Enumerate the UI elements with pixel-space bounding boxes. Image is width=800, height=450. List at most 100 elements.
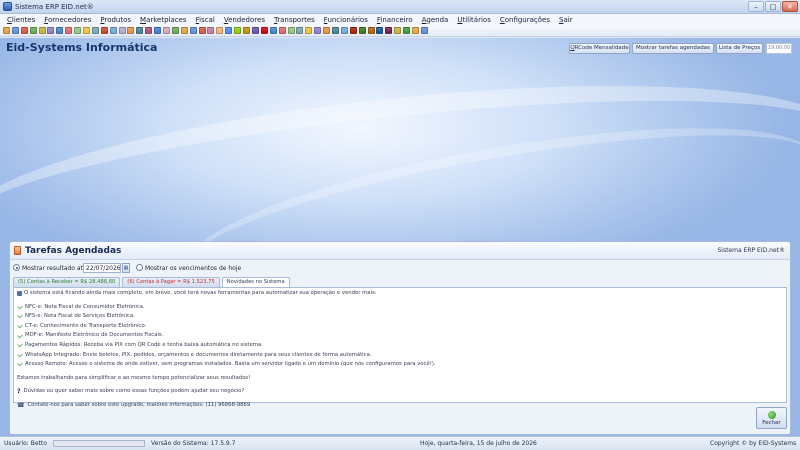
toolbar-button-26-icon[interactable]	[234, 27, 242, 34]
toolbar-button-45-icon[interactable]	[403, 27, 411, 34]
menu-item-12[interactable]: Sair	[559, 16, 573, 24]
menu-item-9[interactable]: Agenda	[422, 16, 449, 24]
toolbar-button-19-icon[interactable]	[171, 27, 179, 34]
toolbar-button-6-icon[interactable]	[56, 27, 64, 34]
toolbar-button-47-icon[interactable]	[420, 27, 428, 34]
radio-today-expiry-label: Mostrar os vencimentos de hoje	[145, 265, 242, 272]
checkmark-icon	[17, 313, 23, 319]
toolbar-button-21-icon[interactable]	[189, 27, 197, 34]
news-item-text: NFS-e: Nota Fiscal de Serviços Eletrônic…	[25, 313, 135, 320]
news-intro-line: O sistema está ficando ainda mais comple…	[17, 289, 783, 299]
toolbar-button-5-icon[interactable]	[47, 27, 55, 34]
close-panel-button[interactable]: Fechar	[756, 407, 787, 429]
toolbar	[0, 25, 800, 37]
calendar-icon[interactable]: ▦	[122, 263, 130, 273]
toolbar-button-3-icon[interactable]	[29, 27, 37, 34]
menu-item-1[interactable]: Fornecedores	[44, 16, 91, 24]
status-copyright: Copyright © by EID-Systems	[710, 440, 797, 447]
tab-contas-pagar[interactable]: (6) Contas à Pagar = R$ 1.523,75	[122, 277, 220, 287]
toolbar-button-33-icon[interactable]	[296, 27, 304, 34]
toolbar-button-40-icon[interactable]	[358, 27, 366, 34]
toolbar-button-46-icon[interactable]	[411, 27, 419, 34]
show-scheduled-tasks-button[interactable]: Mostrar tarefas agendadas	[632, 43, 714, 54]
qrcode-button-label: RCode Mensalidade	[574, 45, 629, 51]
toolbar-button-2-icon[interactable]	[20, 27, 28, 34]
news-item-text: Pagamentos Rápidos: Receba via PIX com Q…	[25, 341, 263, 348]
toolbar-button-32-icon[interactable]	[287, 27, 295, 34]
toolbar-button-17-icon[interactable]	[154, 27, 162, 34]
toolbar-button-16-icon[interactable]	[145, 27, 153, 34]
toolbar-button-29-icon[interactable]	[260, 27, 268, 34]
toolbar-button-31-icon[interactable]	[278, 27, 286, 34]
toolbar-button-4-icon[interactable]	[38, 27, 46, 34]
toolbar-button-13-icon[interactable]	[118, 27, 126, 34]
toolbar-button-24-icon[interactable]	[216, 27, 224, 34]
toolbar-button-9-icon[interactable]	[83, 27, 91, 34]
toolbar-button-42-icon[interactable]	[376, 27, 384, 34]
menu-item-2[interactable]: Produtos	[100, 16, 131, 24]
toolbar-button-8-icon[interactable]	[74, 27, 82, 34]
price-list-button[interactable]: Lista de Preços	[716, 43, 763, 54]
menu-item-6[interactable]: Transportes	[274, 16, 315, 24]
toolbar-button-27-icon[interactable]	[243, 27, 251, 34]
toolbar-button-28-icon[interactable]	[251, 27, 259, 34]
toolbar-button-18-icon[interactable]	[163, 27, 171, 34]
tab-contas-receber[interactable]: (5) Contas à Receber = R$ 28.488,60	[13, 277, 121, 287]
menu-item-5[interactable]: Vendedores	[224, 16, 265, 24]
toolbar-button-44-icon[interactable]	[394, 27, 402, 34]
toolbar-button-11-icon[interactable]	[100, 27, 108, 34]
menu-label: iscal	[199, 15, 215, 24]
filter-options: Mostrar resultado até ▦ Mostrar os venci…	[10, 262, 790, 275]
toolbar-button-14-icon[interactable]	[127, 27, 135, 34]
toolbar-button-10-icon[interactable]	[91, 27, 99, 34]
toolbar-button-23-icon[interactable]	[207, 27, 215, 34]
menu-label: arketplaces	[146, 15, 187, 24]
news-item-text: MDF-e: Manifesto Eletrônico de Documento…	[25, 332, 164, 339]
toolbar-button-43-icon[interactable]	[385, 27, 393, 34]
news-contact-text: Contate-nos para saber sobre este upgrad…	[27, 401, 251, 408]
minimize-button[interactable]: –	[748, 1, 764, 12]
toolbar-button-12-icon[interactable]	[109, 27, 117, 34]
toolbar-button-34-icon[interactable]	[305, 27, 313, 34]
checkmark-icon	[17, 342, 23, 348]
menu-item-10[interactable]: Utilitários	[457, 16, 491, 24]
panel-title: Tarefas Agendadas	[25, 246, 122, 256]
toolbar-button-0-icon[interactable]	[3, 27, 10, 34]
toolbar-button-22-icon[interactable]	[198, 27, 206, 34]
menu-item-4[interactable]: Fiscal	[196, 16, 215, 24]
close-window-button[interactable]: ✕	[782, 1, 798, 12]
radio-today-expiry[interactable]	[136, 264, 143, 271]
megaphone-icon	[17, 291, 22, 297]
menu-item-3[interactable]: Marketplaces	[140, 16, 187, 24]
news-item: Pagamentos Rápidos: Receba via PIX com Q…	[17, 341, 783, 351]
workspace-background: Eid-Systems Informática QRCode Mensalida…	[0, 38, 800, 436]
toolbar-button-41-icon[interactable]	[367, 27, 375, 34]
phone-icon: ☎	[17, 401, 25, 409]
radio-show-until[interactable]	[13, 264, 20, 271]
toolbar-button-37-icon[interactable]	[331, 27, 339, 34]
menu-item-7[interactable]: Funcionários	[324, 16, 368, 24]
qrcode-mensalidade-button[interactable]: QRCode Mensalidade	[569, 43, 630, 54]
news-item: NFS-e: Nota Fiscal de Serviços Eletrônic…	[17, 312, 783, 322]
news-item: MDF-e: Manifesto Eletrônico de Documento…	[17, 331, 783, 341]
toolbar-button-35-icon[interactable]	[314, 27, 322, 34]
news-question-line: ? Dúvidas ou quer saber mais sobre como e…	[17, 387, 783, 397]
tab-novidades[interactable]: Novidades no Sistema	[221, 277, 290, 287]
menu-item-8[interactable]: Financeiro	[377, 16, 413, 24]
toolbar-button-1-icon[interactable]	[11, 27, 19, 34]
toolbar-button-7-icon[interactable]	[65, 27, 73, 34]
date-field[interactable]	[83, 263, 121, 273]
toolbar-button-38-icon[interactable]	[340, 27, 348, 34]
toolbar-button-20-icon[interactable]	[180, 27, 188, 34]
maximize-button[interactable]: □	[765, 1, 781, 12]
window-title: Sistema ERP EID.net®	[15, 2, 94, 11]
toolbar-button-39-icon[interactable]	[349, 27, 357, 34]
toolbar-button-25-icon[interactable]	[225, 27, 233, 34]
toolbar-button-30-icon[interactable]	[269, 27, 277, 34]
checkmark-icon	[17, 332, 23, 338]
menu-item-0[interactable]: Clientes	[7, 16, 35, 24]
checkmark-icon	[17, 361, 23, 367]
menu-item-11[interactable]: Configurações	[500, 16, 550, 24]
toolbar-button-15-icon[interactable]	[136, 27, 144, 34]
toolbar-button-36-icon[interactable]	[323, 27, 331, 34]
